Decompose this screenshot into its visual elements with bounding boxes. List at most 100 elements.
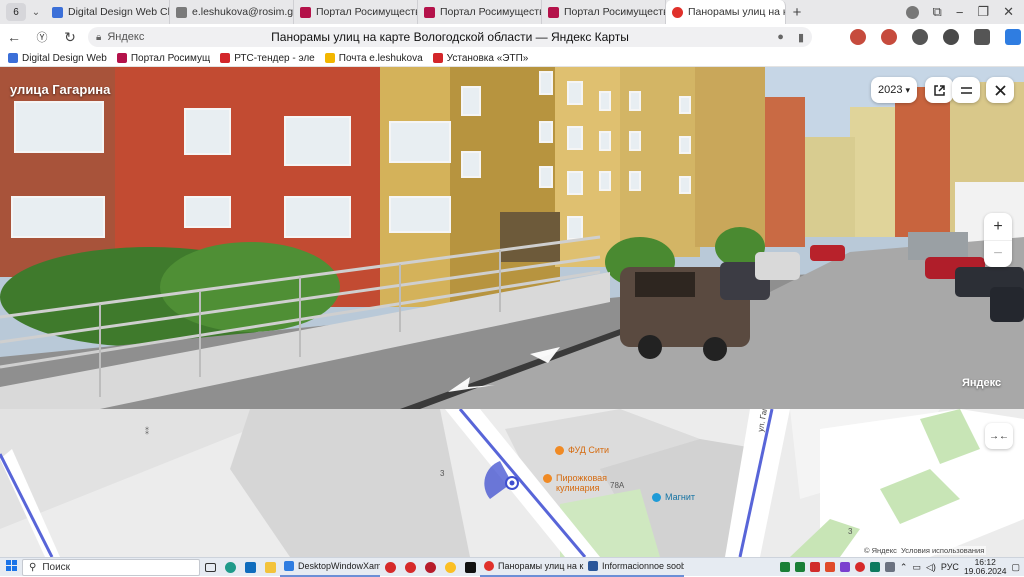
back-arrow-icon[interactable]: ← <box>0 29 28 45</box>
tray-app-icon[interactable] <box>869 562 880 572</box>
opera-gx-icon[interactable] <box>420 558 440 577</box>
url-field[interactable]: 🔒︎ Яндекс Панорамы улиц на карте Вологод… <box>88 27 812 47</box>
tab-label: Портал Росимущества <box>440 6 542 18</box>
network-icon[interactable]: ▭ <box>912 562 921 573</box>
page-title: Панорамы улиц на карте Вологодской облас… <box>271 30 629 44</box>
profile-icon[interactable] <box>905 5 919 19</box>
collapse-map-button[interactable]: →← <box>985 423 1013 449</box>
excel-icon[interactable] <box>779 562 790 572</box>
taskbar-window-word[interactable]: Informacionnoe soob... <box>584 558 684 577</box>
year-selector[interactable]: 2023 ▾ <box>871 77 917 103</box>
bookmark-item[interactable]: Digital Design Web <box>8 53 107 64</box>
reload-icon[interactable]: ↻ <box>56 29 84 46</box>
yandex-watermark: Яндекс <box>962 377 1002 389</box>
browser-tab-strip: 6 ⌄ Digital Design Web Clie e.leshukova@… <box>0 0 1024 24</box>
rosim-favicon-icon <box>300 6 311 18</box>
tab-portal-2[interactable]: Портал Росимущества <box>418 0 542 24</box>
menu-button[interactable] <box>952 77 980 103</box>
bookmark-label: Портал Росимущ <box>130 52 211 64</box>
explorer-icon[interactable] <box>260 558 280 577</box>
rosim-favicon-icon <box>424 6 435 18</box>
bookmark-favicon-icon <box>8 53 18 63</box>
tab-panoramas[interactable]: Панорамы улиц на к ✕ <box>666 0 786 24</box>
search-placeholder: Поиск <box>42 561 71 573</box>
yandex-icon[interactable] <box>854 562 865 572</box>
extension-icon[interactable] <box>943 29 959 45</box>
yandex-icon[interactable] <box>400 558 420 577</box>
edge-icon[interactable] <box>220 558 240 577</box>
house-number: 3 <box>848 527 853 536</box>
chevron-down-icon[interactable]: ⌄ <box>26 7 46 18</box>
tray-app-icon[interactable] <box>839 562 850 572</box>
new-tab-button[interactable]: + <box>786 4 808 21</box>
tray-app-icon[interactable] <box>809 562 820 572</box>
lock-icon: 🔒︎ <box>96 31 102 43</box>
extension-icon[interactable] <box>850 29 866 45</box>
tray-app-icon[interactable] <box>794 562 805 572</box>
app-pinned-icon[interactable] <box>460 558 480 577</box>
bookmark-item[interactable]: Почта e.leshukova <box>324 53 423 64</box>
taskbar-window-label: DesktopWindowXaml... <box>298 561 380 571</box>
outlook-icon[interactable] <box>240 558 260 577</box>
zoom-in-button[interactable]: + <box>984 213 1012 240</box>
mini-map[interactable]: ⁑ 3 78А 3 ул. Гагарина ФУД Сити Пирожков… <box>0 409 1024 557</box>
maximize-icon[interactable]: ❐ <box>977 4 989 20</box>
poi-magnit[interactable]: Магнит <box>652 492 695 502</box>
chevron-up-icon[interactable]: ⌃ <box>900 562 908 573</box>
rosim-favicon-icon <box>548 6 559 18</box>
arrows-inward-icon: →← <box>989 430 1009 442</box>
bookmark-item[interactable]: Портал Росимущ <box>116 52 211 64</box>
start-button[interactable] <box>0 560 22 574</box>
bookmark-item[interactable]: РТС-тендер - эле <box>220 53 315 64</box>
taskbar-window-xaml[interactable]: DesktopWindowXaml... <box>280 558 380 577</box>
tab-digital-design[interactable]: Digital Design Web Clie <box>46 0 170 24</box>
close-window-icon[interactable]: ✕ <box>1003 4 1014 20</box>
zoom-out-button[interactable]: − <box>984 240 1012 267</box>
bookmark-favicon-icon <box>324 53 335 63</box>
location-icon[interactable]: ● <box>777 31 784 44</box>
taskbar-window-yandex-maps[interactable]: Панорамы улиц на к... <box>480 558 584 577</box>
copyright-label: © Яндекс <box>864 546 897 555</box>
poi-label: Пирожковая кулинария <box>556 473 608 493</box>
language-indicator[interactable]: РУС <box>941 562 959 572</box>
tab-counter[interactable]: 6 <box>6 3 26 21</box>
bookmark-favicon-icon <box>220 53 231 63</box>
bookmark-label: РТС-тендер - эле <box>234 52 315 64</box>
collections-icon[interactable]: ⧉ <box>933 4 942 20</box>
close-panorama-button[interactable] <box>986 77 1014 103</box>
poi-food-city[interactable]: ФУД Сити <box>555 445 609 455</box>
notifications-icon[interactable]: ▢ <box>1011 562 1020 573</box>
street-name-label: улица Гагарина <box>10 82 111 97</box>
extension-icon[interactable] <box>881 29 897 45</box>
taskbar-search[interactable]: ⚲ Поиск <box>22 558 200 576</box>
extension-icon[interactable] <box>974 29 990 45</box>
tray-app-icon[interactable] <box>824 562 835 572</box>
yandex-browser-icon[interactable] <box>440 558 460 577</box>
volume-icon[interactable]: ◁) <box>926 562 936 573</box>
extension-icon[interactable] <box>1005 29 1021 45</box>
open-in-new-window-button[interactable] <box>925 77 953 103</box>
external-link-icon <box>933 84 945 96</box>
tab-mail[interactable]: e.leshukova@rosim.gov <box>170 0 294 24</box>
yandex-icon <box>484 561 494 571</box>
bookmark-item[interactable]: Установка «ЭТП» <box>432 52 529 64</box>
close-icon <box>994 84 1006 96</box>
tab-portal-1[interactable]: Портал Росимущества <box>294 0 418 24</box>
yandex-logo-icon[interactable]: Ⓨ <box>28 29 56 45</box>
tab-portal-3[interactable]: Портал Росимущества <box>542 0 666 24</box>
terms-link[interactable]: Условия использования <box>901 546 984 555</box>
tray-app-icon[interactable] <box>884 562 895 572</box>
poi-pirozhkovaya[interactable]: Пирожковая кулинария <box>543 473 613 493</box>
bookmark-icon[interactable]: ▮ <box>798 31 804 44</box>
bookmark-label: Установка «ЭТП» <box>446 52 529 64</box>
extension-icon[interactable] <box>912 29 928 45</box>
bookmark-label: Digital Design Web <box>22 52 107 64</box>
street-panorama[interactable]: улица Гагарина 2023 ▾ + − Яндекс <box>0 67 1024 409</box>
minimize-icon[interactable]: − <box>956 5 964 20</box>
map-footer: © Яндекс Условия использования <box>862 546 987 555</box>
opera-icon[interactable] <box>380 558 400 577</box>
task-view-icon[interactable] <box>200 558 220 577</box>
map-pin-favicon-icon <box>672 6 683 18</box>
bookmarks-bar: Digital Design Web Портал Росимущ РТС-те… <box>0 50 1024 67</box>
clock[interactable]: 16:12 19.06.2024 <box>964 558 1007 576</box>
